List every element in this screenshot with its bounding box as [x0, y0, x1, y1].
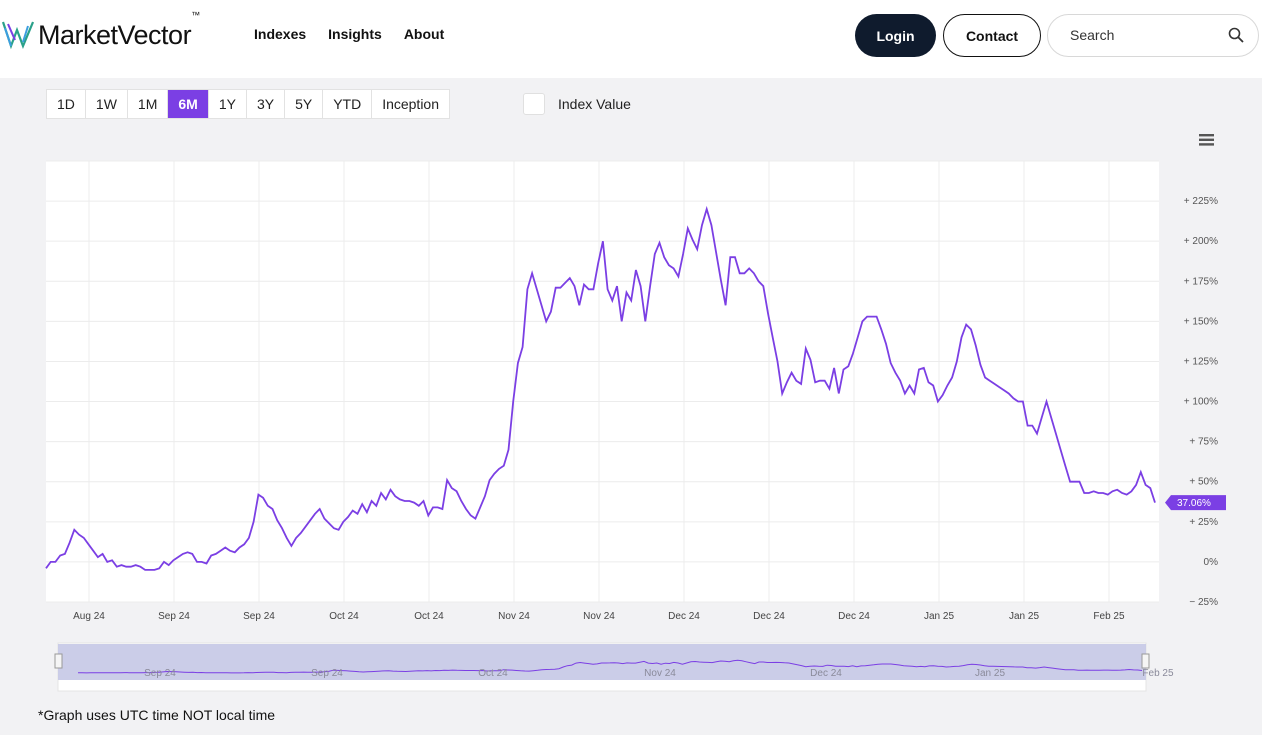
navigator-tick-label: Sep 24: [144, 668, 176, 679]
x-tick-label: Dec 24: [753, 611, 785, 622]
navigator-left-handle[interactable]: [54, 653, 63, 669]
navigator-tick-label: Jan 25: [975, 668, 1005, 679]
navigator-tick-label: Sep 24: [311, 668, 343, 679]
navigator[interactable]: Sep 24 Sep 24 Oct 24 Nov 24 Dec 24 Jan 25 Feb …: [54, 642, 1174, 692]
navigator-tick-label: Oct 24: [478, 668, 508, 679]
current-value-badge: 37.06%: [1165, 495, 1226, 511]
x-tick-label: Sep 24: [158, 611, 190, 622]
utc-footnote: *Graph uses UTC time NOT local time: [38, 707, 276, 723]
x-tick-label: Jan 25: [924, 611, 954, 622]
x-tick-label: Dec 24: [838, 611, 870, 622]
x-tick-label: Oct 24: [329, 611, 359, 622]
x-tick-label: Dec 24: [668, 611, 700, 622]
x-tick-label: Nov 24: [498, 611, 530, 622]
current-value-text: 37.06%: [1177, 498, 1211, 509]
x-tick-label: Nov 24: [583, 611, 615, 622]
y-tick-label: + 150%: [1184, 316, 1218, 327]
x-tick-label: Jan 25: [1009, 611, 1039, 622]
y-tick-label: + 100%: [1184, 397, 1218, 408]
y-tick-label: + 125%: [1184, 356, 1218, 367]
navigator-tick-label: Feb 25: [1142, 668, 1174, 679]
y-tick-label: + 200%: [1184, 236, 1218, 247]
navigator-tick-label: Nov 24: [644, 668, 676, 679]
navigator-right-handle[interactable]: [1141, 653, 1150, 669]
price-chart: − 25% 0% + 25% + 50% + 75% + 100% + 125% + 150%…: [45, 160, 1226, 692]
x-tick-label: Oct 24: [414, 611, 444, 622]
y-tick-label: + 225%: [1184, 196, 1218, 207]
y-tick-label: + 25%: [1189, 517, 1218, 528]
navigator-tick-label: Dec 24: [810, 668, 842, 679]
y-tick-label: − 25%: [1189, 597, 1218, 608]
y-tick-label: + 50%: [1189, 477, 1218, 488]
y-tick-label: + 175%: [1184, 276, 1218, 287]
y-tick-label: + 75%: [1189, 437, 1218, 448]
x-tick-label: Aug 24: [73, 611, 105, 622]
x-tick-label: Feb 25: [1093, 611, 1125, 622]
x-tick-label: Sep 24: [243, 611, 275, 622]
y-tick-label: 0%: [1204, 557, 1219, 568]
